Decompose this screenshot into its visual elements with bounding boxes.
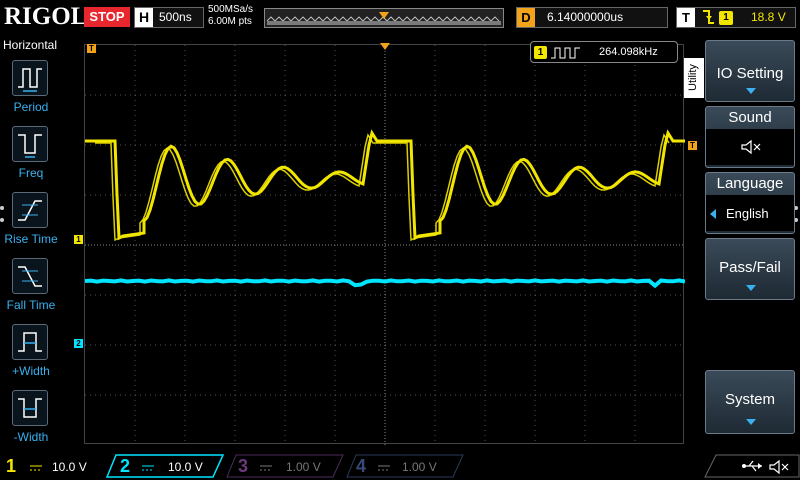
period-icon	[12, 60, 48, 96]
pos-width-label: +Width	[12, 364, 50, 378]
measure-rise-time-button[interactable]: Rise Time	[0, 192, 62, 258]
trigger-marker-top: T	[87, 44, 96, 53]
run-stop-status[interactable]: STOP	[84, 7, 130, 27]
ch4-status[interactable]: 4 1.00 V	[346, 454, 464, 478]
neg-width-icon	[12, 390, 48, 426]
sound-button[interactable]: Sound	[705, 106, 795, 168]
io-setting-button[interactable]: IO Setting	[705, 40, 795, 102]
period-label: Period	[13, 100, 49, 114]
ch2-trace	[84, 278, 686, 289]
readout-channel: 1	[534, 46, 547, 59]
dc-coupling-icon	[30, 460, 42, 478]
acquisition-info: 500MSa/s 6.00M pts	[208, 4, 253, 28]
falling-edge-icon	[701, 9, 715, 28]
measure-pos-width-button[interactable]: +Width	[0, 324, 62, 390]
delay-box[interactable]: D 6.14000000us	[516, 7, 668, 28]
waveform-display[interactable]	[84, 44, 686, 445]
system-label: System	[724, 391, 775, 408]
language-value-box: English	[706, 195, 794, 231]
memory-position-bar[interactable]	[264, 8, 504, 28]
ch3-status[interactable]: 3 1.00 V	[226, 454, 344, 478]
ch3-number: 3	[238, 456, 249, 476]
ch2-number: 2	[120, 456, 131, 476]
speaker-muted-icon	[769, 459, 789, 475]
timebase-value: 500ns	[159, 10, 192, 24]
timebase-box[interactable]: H 500ns	[134, 7, 204, 28]
fall-time-label: Fall Time	[6, 298, 56, 312]
trigger-level-marker[interactable]: T	[688, 141, 697, 150]
trigger-level: 18.8 V	[751, 10, 786, 24]
ch2-status[interactable]: 2 10.0 V	[106, 454, 224, 478]
rise-time-label: Rise Time	[4, 232, 58, 246]
delay-value: 6.14000000us	[547, 10, 624, 24]
rise-time-icon	[12, 192, 48, 228]
waveform-canvas	[84, 45, 686, 445]
dc-coupling-icon	[378, 460, 390, 478]
utility-tab: Utility	[684, 58, 704, 98]
pass-fail-button[interactable]: Pass/Fail	[705, 238, 795, 300]
language-label: Language	[716, 175, 784, 192]
square-wave-icon	[551, 46, 581, 65]
measure-neg-width-button[interactable]: -Width	[0, 390, 62, 456]
chevron-down-icon	[746, 88, 756, 94]
fall-time-icon	[12, 258, 48, 294]
sound-label: Sound	[728, 109, 772, 126]
frequency-readout[interactable]: 1 264.098kHz	[530, 41, 678, 63]
pass-fail-label: Pass/Fail	[719, 259, 781, 276]
usb-icon	[742, 460, 762, 472]
brand-logo: RIGOL	[4, 3, 88, 30]
chevron-left-icon	[710, 209, 716, 219]
language-value: English	[726, 206, 769, 221]
ch2-scale: 10.0 V	[168, 460, 203, 474]
sound-value-box	[706, 129, 794, 165]
speaker-muted-icon	[741, 139, 761, 155]
chevron-down-icon	[746, 419, 756, 425]
trigger-time-marker-icon[interactable]	[380, 38, 390, 50]
timebase-letter: H	[135, 8, 153, 27]
dc-coupling-icon	[260, 460, 272, 478]
ch1-trace-ghost	[95, 133, 670, 242]
memory-depth: 6.00M pts	[208, 16, 252, 27]
freq-icon	[12, 126, 48, 162]
pos-width-icon	[12, 324, 48, 360]
language-button[interactable]: Language English	[705, 172, 795, 234]
left-scroll-dot	[0, 206, 4, 210]
trigger-letter: T	[677, 8, 695, 27]
left-scroll-dot	[0, 218, 4, 222]
measure-period-button[interactable]: Period	[0, 60, 62, 126]
neg-width-label: -Width	[13, 430, 49, 444]
ch1-scale: 10.0 V	[52, 460, 87, 474]
freq-label: Freq	[18, 166, 44, 180]
horizontal-menu-title: Horizontal	[2, 38, 58, 52]
ch1-number: 1	[6, 456, 17, 476]
dc-coupling-icon	[142, 460, 154, 478]
readout-value: 264.098kHz	[599, 46, 658, 58]
ch1-status[interactable]: 1 10.0 V	[0, 454, 104, 478]
ch1-offset-marker[interactable]: 1	[74, 235, 83, 244]
measure-freq-button[interactable]: Freq	[0, 126, 62, 192]
ch3-scale: 1.00 V	[286, 460, 321, 474]
delay-letter: D	[517, 8, 535, 27]
ch4-number: 4	[356, 456, 367, 476]
status-icons	[704, 454, 800, 478]
chevron-down-icon	[746, 285, 756, 291]
trigger-source: 1	[719, 11, 733, 25]
ch2-offset-marker[interactable]: 2	[74, 339, 83, 348]
sample-rate: 500MSa/s	[208, 4, 254, 15]
measure-fall-time-button[interactable]: Fall Time	[0, 258, 62, 324]
graticule-center	[85, 45, 685, 445]
system-button[interactable]: System	[705, 370, 795, 434]
trigger-position-icon	[379, 7, 389, 19]
trigger-box[interactable]: T 1 18.8 V	[676, 7, 796, 28]
ch4-scale: 1.00 V	[402, 460, 437, 474]
io-setting-label: IO Setting	[716, 65, 784, 82]
